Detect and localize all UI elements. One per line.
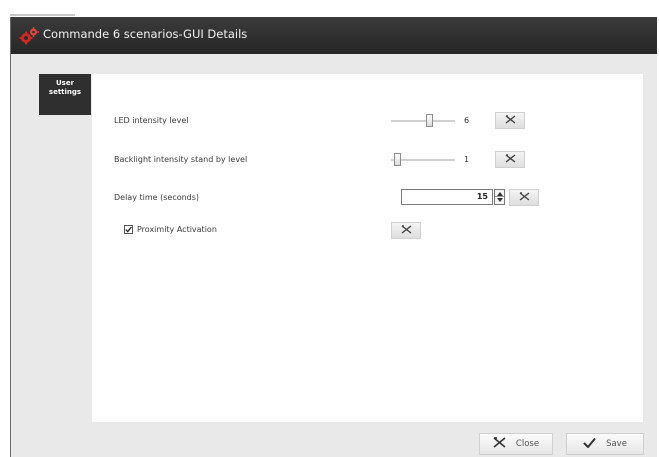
backlight-reset-button[interactable] (495, 151, 525, 168)
proximity-activation-label: Proximity Activation (137, 225, 217, 234)
close-x-icon (493, 437, 506, 451)
checkmark-icon (583, 437, 596, 451)
top-strip (0, 0, 659, 17)
led-intensity-label: LED intensity level (114, 116, 189, 125)
reset-x-icon (505, 154, 516, 165)
save-button[interactable]: Save (566, 433, 644, 455)
led-intensity-slider[interactable] (391, 114, 455, 128)
checkmark-icon (125, 226, 132, 233)
reset-x-icon (505, 115, 516, 126)
reset-x-icon (401, 225, 412, 236)
slider-thumb[interactable] (426, 114, 433, 127)
close-button[interactable]: Close (479, 433, 553, 455)
delay-time-value: 15 (476, 192, 488, 201)
settings-panel: LED intensity level 6 Backlight intensit… (92, 74, 643, 422)
title-bar: Commande 6 scenarios-GUI Details (11, 17, 657, 54)
proximity-activation-checkbox[interactable] (124, 225, 133, 234)
tab-label-line1: User (55, 79, 75, 87)
gears-icon (19, 26, 39, 46)
window-title: Commande 6 scenarios-GUI Details (43, 27, 248, 41)
delay-time-input[interactable]: 15 (401, 189, 493, 205)
backlight-intensity-label: Backlight intensity stand by level (114, 155, 248, 164)
reset-x-icon (519, 192, 530, 203)
tab-label-line2: settings (48, 88, 82, 96)
save-button-label: Save (606, 439, 627, 449)
delay-reset-button[interactable] (509, 189, 539, 206)
slider-thumb[interactable] (394, 153, 401, 166)
backlight-intensity-value: 1 (464, 155, 470, 164)
details-window: Commande 6 scenarios-GUI Details User se… (10, 17, 657, 457)
led-reset-button[interactable] (495, 112, 525, 129)
close-button-label: Close (515, 439, 540, 449)
tab-user-settings[interactable]: User settings (39, 74, 91, 115)
delay-time-label: Delay time (seconds) (114, 193, 200, 202)
spinner-divider (495, 196, 504, 197)
slider-track (391, 120, 455, 122)
backlight-intensity-slider[interactable] (391, 153, 455, 167)
top-accent-line (10, 14, 75, 16)
proximity-reset-button[interactable] (391, 222, 421, 239)
delay-time-spinner[interactable] (494, 189, 505, 205)
spinner-down-icon[interactable] (497, 198, 503, 202)
led-intensity-value: 6 (464, 116, 470, 125)
